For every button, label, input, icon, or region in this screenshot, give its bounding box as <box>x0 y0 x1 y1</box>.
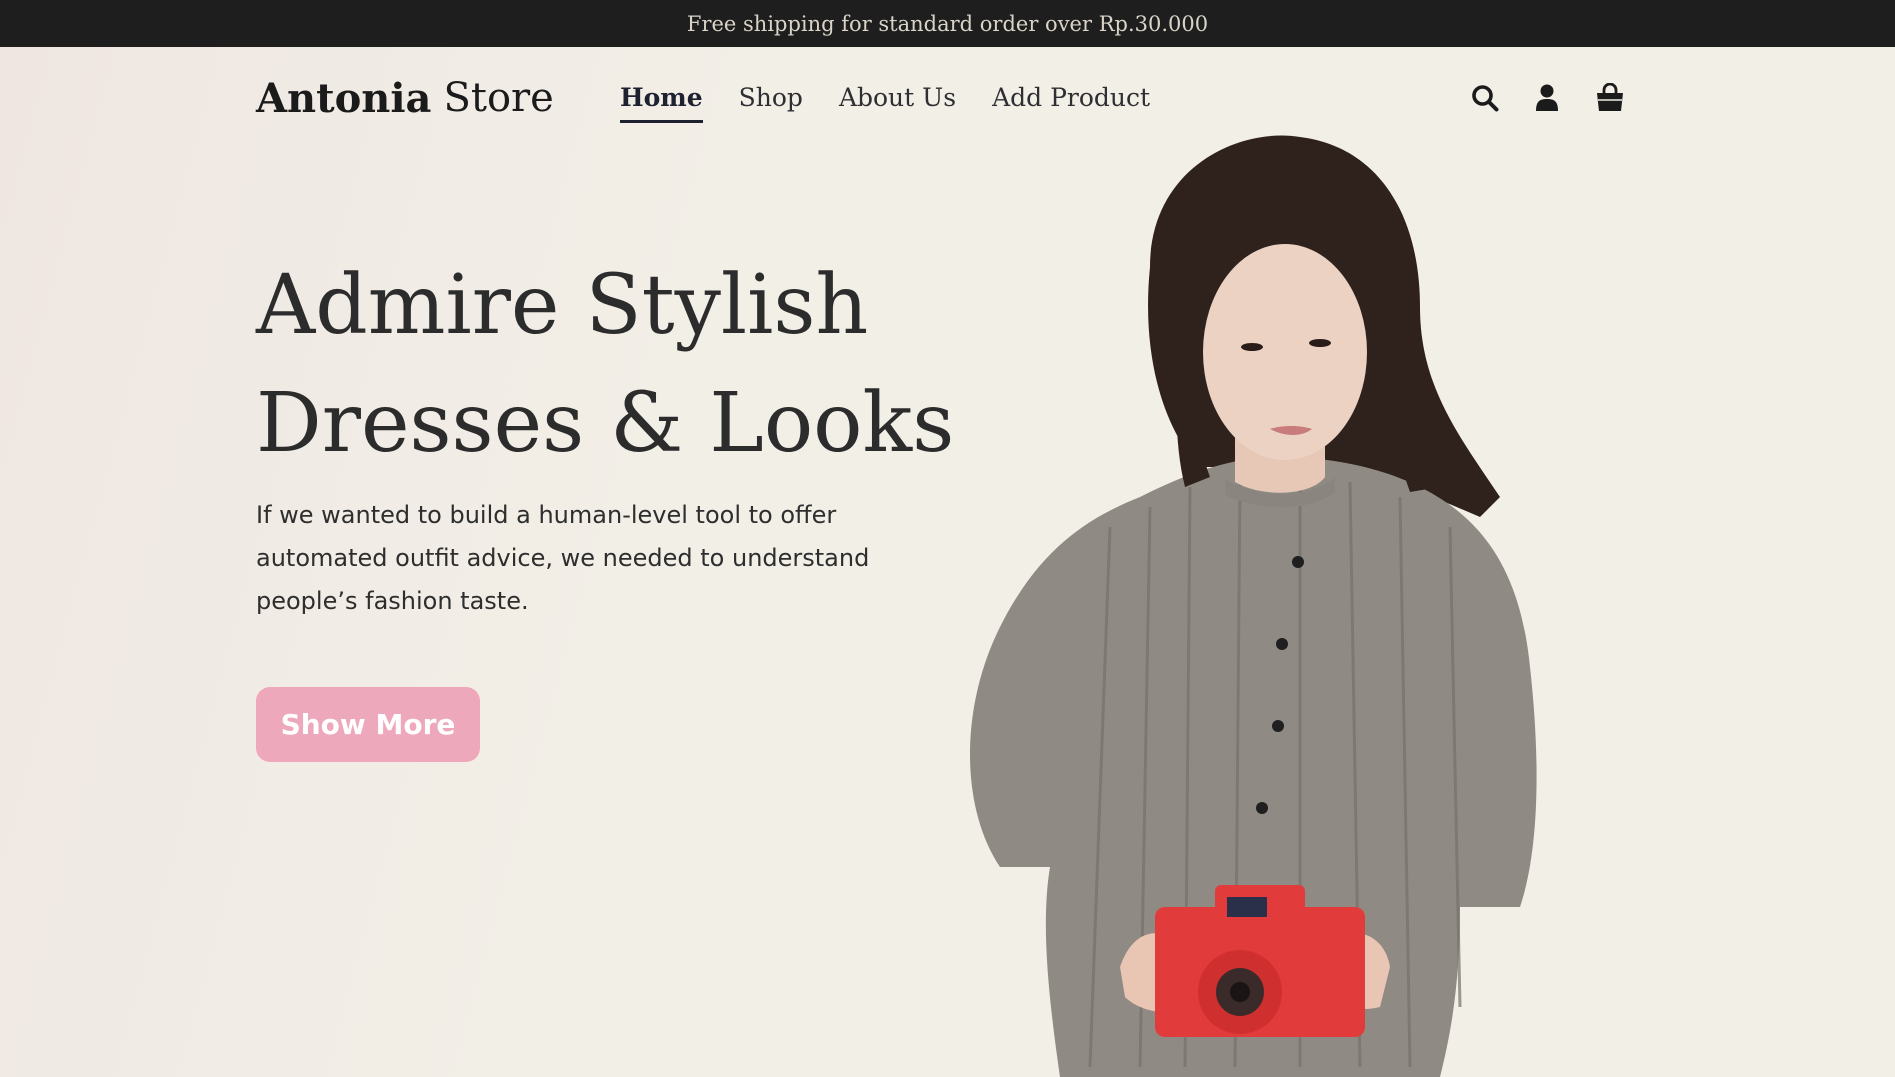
logo-light-text: Store <box>443 75 554 121</box>
show-more-button[interactable]: Show More <box>256 687 480 762</box>
hero-model-image <box>970 135 1537 1077</box>
headline-line-2: Dresses & Looks <box>256 376 955 471</box>
announcement-bar: Free shipping for standard order over Rp… <box>0 0 1895 47</box>
headline-line-1: Admire Stylish <box>256 258 869 353</box>
nav-about-us[interactable]: About Us <box>839 83 956 123</box>
hero-headline: Admire Stylish Dresses & Looks <box>256 247 1016 483</box>
hero-section: Antonia Store Home Shop About Us Add Pro… <box>0 47 1895 1077</box>
hero-description: If we wanted to build a human-level tool… <box>256 501 870 615</box>
nav-home[interactable]: Home <box>620 83 703 123</box>
nav-shop[interactable]: Shop <box>739 83 803 123</box>
announcement-text: Free shipping for standard order over Rp… <box>686 11 1209 36</box>
store-logo[interactable]: Antonia Store <box>256 75 554 122</box>
logo-bold-text: Antonia <box>256 75 432 122</box>
